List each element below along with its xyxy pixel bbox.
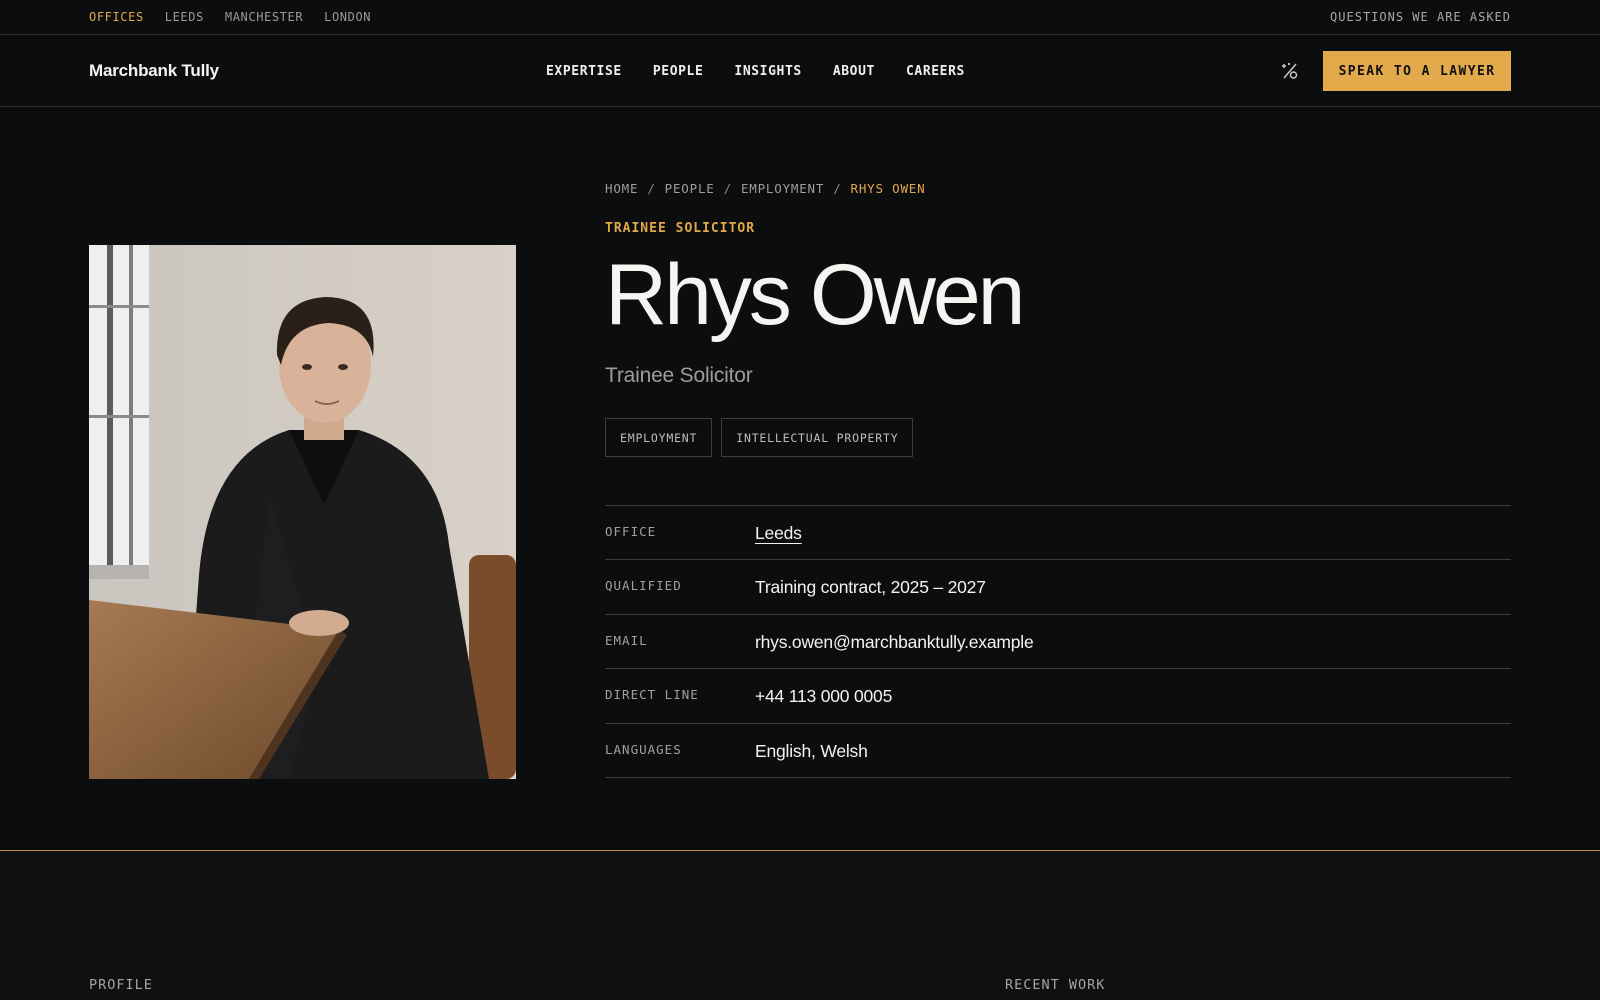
detail-row-office: OFFICE Leeds	[605, 506, 1511, 561]
offices-list: OFFICES LEEDS MANCHESTER LONDON	[89, 10, 371, 24]
role-eyebrow: TRAINEE SOLICITOR	[605, 221, 756, 236]
phone-link[interactable]: +44 113 000 0005	[755, 686, 892, 707]
office-link-manchester[interactable]: MANCHESTER	[225, 10, 303, 24]
email-link[interactable]: rhys.owen@marchbanktully.example	[755, 632, 1034, 653]
breadcrumb-people[interactable]: PEOPLE	[665, 181, 715, 196]
detail-row-languages: LANGUAGES English, Welsh	[605, 724, 1511, 778]
nav-about[interactable]: ABOUT	[833, 64, 875, 79]
lower-section: PROFILE RECENT WORK	[0, 850, 1600, 1000]
faq-link[interactable]: QUESTIONS WE ARE ASKED	[1330, 10, 1511, 24]
offices-label[interactable]: OFFICES	[89, 10, 144, 24]
breadcrumb: HOME / PEOPLE / EMPLOYMENT / RHYS OWEN	[605, 170, 1511, 206]
header-actions: SPEAK TO A LAWYER	[1279, 51, 1511, 91]
nav-people[interactable]: PEOPLE	[653, 64, 704, 79]
person-name: Rhys Owen	[605, 247, 1026, 343]
profile-section-label: PROFILE	[89, 977, 153, 993]
detail-value: English, Welsh	[755, 740, 868, 761]
detail-value: Training contract, 2025 – 2027	[755, 577, 986, 598]
office-link-leeds[interactable]: LEEDS	[165, 10, 204, 24]
nav-insights[interactable]: INSIGHTS	[734, 64, 801, 79]
person-role: Trainee Solicitor	[605, 364, 753, 387]
nav-expertise[interactable]: EXPERTISE	[546, 64, 622, 79]
office-link-london[interactable]: LONDON	[324, 10, 371, 24]
theme-toggle-icon[interactable]	[1279, 60, 1301, 82]
detail-label: OFFICE	[605, 524, 657, 539]
breadcrumb-current: RHYS OWEN	[850, 180, 926, 196]
details-list: OFFICE Leeds QUALIFIED Training contract…	[605, 505, 1511, 778]
detail-label: DIRECT LINE	[605, 687, 699, 703]
breadcrumb-separator: /	[833, 180, 842, 196]
tag-intellectual-property[interactable]: INTELLECTUAL PROPERTY	[721, 418, 914, 457]
detail-label: QUALIFIED	[605, 578, 682, 594]
nav-careers[interactable]: CAREERS	[906, 64, 965, 79]
profile-photo	[89, 245, 516, 779]
practice-tags: EMPLOYMENT INTELLECTUAL PROPERTY	[605, 418, 1511, 457]
detail-label: EMAIL	[605, 632, 648, 648]
utility-bar: OFFICES LEEDS MANCHESTER LONDON QUESTION…	[0, 0, 1600, 35]
breadcrumb-home[interactable]: HOME	[605, 181, 638, 196]
site-logo[interactable]: Marchbank Tully	[89, 61, 389, 81]
speak-to-lawyer-button[interactable]: SPEAK TO A LAWYER	[1323, 51, 1511, 91]
detail-row-qualified: QUALIFIED Training contract, 2025 – 2027	[605, 560, 1511, 615]
breadcrumb-separator: /	[647, 180, 656, 196]
detail-row-direct-line: DIRECT LINE +44 113 000 0005	[605, 669, 1511, 724]
site-header: Marchbank Tully EXPERTISE PEOPLE INSIGHT…	[0, 35, 1600, 107]
office-link[interactable]: Leeds	[755, 523, 802, 544]
main-nav: EXPERTISE PEOPLE INSIGHTS ABOUT CAREERS	[546, 35, 965, 107]
breadcrumb-separator: /	[723, 180, 732, 196]
tag-employment[interactable]: EMPLOYMENT	[605, 418, 713, 457]
breadcrumb-employment[interactable]: EMPLOYMENT	[741, 181, 824, 196]
recent-work-section-label: RECENT WORK	[1005, 977, 1106, 993]
profile-info: HOME / PEOPLE / EMPLOYMENT / RHYS OWEN T…	[605, 170, 1511, 457]
detail-label: LANGUAGES	[605, 741, 682, 757]
detail-row-email: EMAIL rhys.owen@marchbanktully.example	[605, 615, 1511, 670]
